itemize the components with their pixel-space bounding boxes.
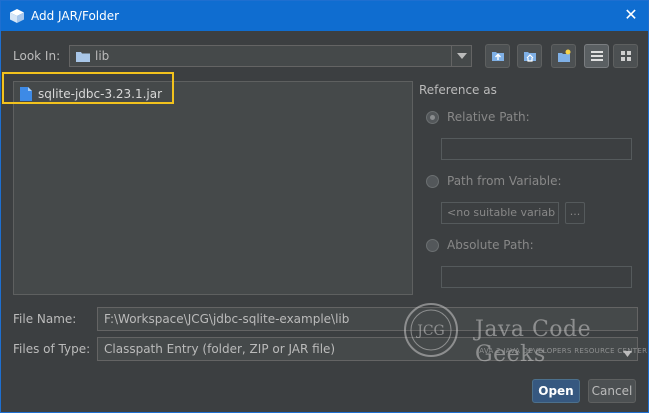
window-title: Add JAR/Folder bbox=[31, 9, 120, 23]
absolute-path-label: Absolute Path: bbox=[447, 238, 534, 252]
browse-variable-button[interactable]: ... bbox=[565, 202, 585, 224]
file-name-label: File Name: bbox=[13, 312, 77, 326]
new-folder-button[interactable] bbox=[551, 44, 576, 68]
open-button[interactable]: Open bbox=[532, 379, 580, 403]
relative-path-radio[interactable] bbox=[426, 111, 439, 124]
reference-heading: Reference as bbox=[419, 83, 497, 97]
look-in-value: lib bbox=[95, 49, 110, 63]
variable-path-label: Path from Variable: bbox=[447, 174, 562, 188]
folder-icon bbox=[76, 51, 90, 62]
add-jar-dialog: Add JAR/Folder ✕ Look In: lib sqlite-jdb… bbox=[0, 0, 649, 413]
variable-path-field[interactable]: <no suitable variab bbox=[441, 202, 559, 224]
look-in-combo[interactable]: lib bbox=[69, 45, 472, 67]
files-of-type-combo[interactable]: Classpath Entry (folder, ZIP or JAR file… bbox=[97, 337, 638, 361]
variable-path-radio[interactable] bbox=[426, 175, 439, 188]
list-view-button[interactable] bbox=[584, 44, 609, 68]
details-view-button[interactable] bbox=[613, 44, 638, 68]
file-name-field[interactable]: F:\Workspace\JCG\jdbc-sqlite-example\lib bbox=[97, 307, 638, 331]
home-button[interactable] bbox=[517, 44, 542, 68]
selection-highlight-box bbox=[2, 72, 174, 104]
file-list[interactable]: sqlite-jdbc-3.23.1.jar bbox=[13, 81, 413, 295]
files-of-type-value: Classpath Entry (folder, ZIP or JAR file… bbox=[104, 342, 336, 356]
up-one-level-button[interactable] bbox=[485, 44, 510, 68]
close-icon[interactable]: ✕ bbox=[622, 6, 640, 24]
absolute-path-radio[interactable] bbox=[426, 239, 439, 252]
title-bar: Add JAR/Folder ✕ bbox=[1, 1, 648, 31]
relative-path-label: Relative Path: bbox=[447, 110, 530, 124]
chevron-down-icon[interactable] bbox=[623, 346, 632, 360]
app-cube-icon bbox=[9, 8, 25, 24]
absolute-path-field[interactable] bbox=[441, 266, 632, 288]
files-of-type-label: Files of Type: bbox=[13, 342, 91, 356]
relative-path-field[interactable] bbox=[441, 138, 632, 160]
cancel-button[interactable]: Cancel bbox=[588, 379, 636, 403]
look-in-label: Look In: bbox=[13, 49, 61, 63]
chevron-down-icon[interactable] bbox=[451, 46, 471, 66]
